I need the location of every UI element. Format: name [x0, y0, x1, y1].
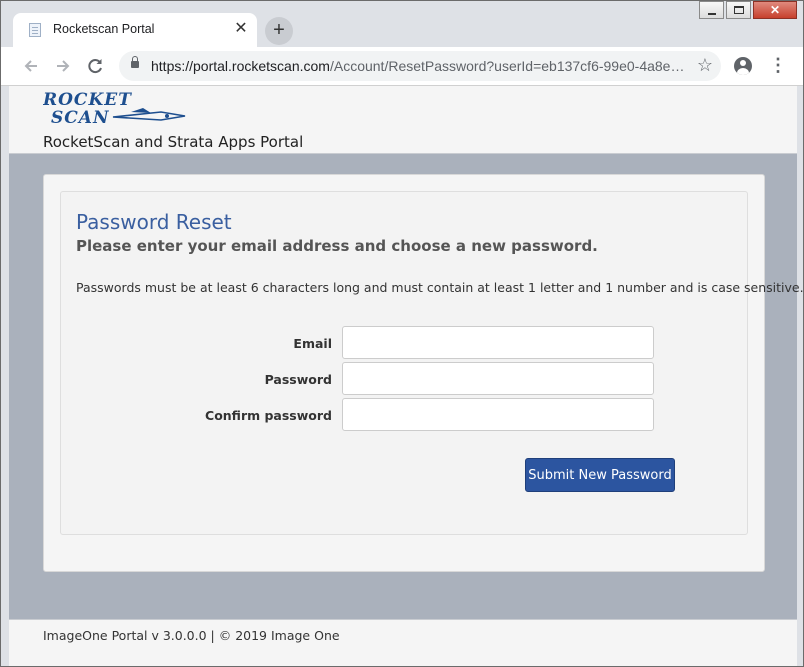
confirm-password-label: Confirm password [205, 408, 332, 423]
password-label: Password [264, 372, 332, 387]
page-viewport: ROCKET SCAN RocketScan and Strata Apps P… [9, 86, 803, 666]
password-requirements: Passwords must be at least 6 characters … [76, 280, 804, 295]
reset-form-panel: Password Reset Please enter your email a… [60, 191, 803, 535]
password-field[interactable] [342, 362, 654, 395]
kebab-menu-icon[interactable]: ⋮ [769, 55, 787, 75]
browser-toolbar: https://portal.rocketscan.com/Account/Re… [1, 47, 803, 86]
confirm-password-field[interactable] [342, 398, 654, 431]
email-label: Email [293, 336, 332, 351]
content-card: Password Reset Please enter your email a… [43, 174, 803, 572]
portal-title: RocketScan and Strata Apps Portal [43, 133, 304, 151]
url-host: https://portal.rocketscan.com [151, 58, 330, 74]
minimize-icon[interactable] [699, 1, 724, 19]
url-text: https://portal.rocketscan.com/Account/Re… [151, 58, 684, 74]
browser-window: Rocketscan Portal ✕ + ✕ https://portal.r… [0, 0, 804, 667]
page-title: Password Reset [76, 210, 232, 234]
title-bar: Rocketscan Portal ✕ + ✕ [1, 1, 803, 47]
site-footer: ImageOne Portal v 3.0.0.0 | © 2019 Image… [9, 619, 797, 666]
star-icon[interactable]: ☆ [697, 55, 713, 76]
lock-icon [131, 56, 139, 68]
address-bar[interactable]: https://portal.rocketscan.com/Account/Re… [119, 51, 721, 81]
account-icon[interactable] [734, 57, 752, 75]
submit-new-password-button[interactable]: Submit New Password [525, 458, 675, 492]
browser-tab[interactable]: Rocketscan Portal ✕ [13, 13, 257, 47]
site-header: ROCKET SCAN RocketScan and Strata Apps P… [9, 86, 797, 154]
window-controls: ✕ [697, 1, 797, 21]
page-subtitle: Please enter your email address and choo… [76, 237, 598, 255]
reload-icon[interactable] [84, 55, 106, 77]
logo-line1: ROCKET [43, 90, 132, 110]
footer-text: ImageOne Portal v 3.0.0.0 | © 2019 Image… [43, 628, 340, 643]
url-path: /Account/ResetPassword?userId=eb137cf6-9… [329, 58, 685, 74]
close-window-icon[interactable]: ✕ [753, 1, 797, 19]
tab-title: Rocketscan Portal [53, 22, 155, 36]
rocket-logo-icon[interactable]: ROCKET SCAN [43, 90, 188, 126]
logo-line2: SCAN [51, 108, 110, 126]
plus-icon[interactable]: + [265, 17, 293, 45]
email-field[interactable] [342, 326, 654, 359]
forward-arrow-icon[interactable] [52, 55, 74, 77]
back-arrow-icon[interactable] [20, 55, 42, 77]
maximize-icon[interactable] [726, 1, 751, 19]
page-favicon-icon [29, 23, 41, 37]
close-tab-icon[interactable]: ✕ [233, 19, 249, 39]
